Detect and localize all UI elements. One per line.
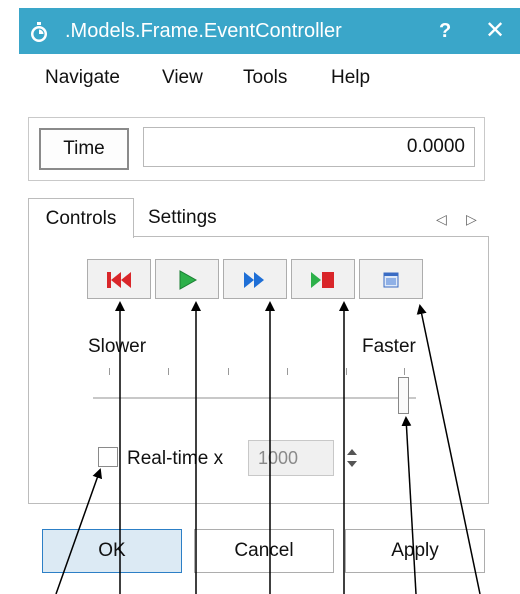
play-to-end-icon: [311, 272, 334, 288]
window-button[interactable]: [359, 259, 423, 299]
tab-scroll-right-icon[interactable]: ▷: [466, 211, 477, 228]
help-button[interactable]: ?: [439, 20, 451, 43]
apply-button[interactable]: Apply: [345, 529, 485, 573]
time-button[interactable]: Time: [39, 128, 129, 170]
tab-controls[interactable]: Controls: [28, 198, 134, 238]
slider-tick: [168, 368, 169, 375]
window-icon: [383, 272, 399, 288]
faster-label: Faster: [362, 336, 416, 357]
play-icon: [179, 270, 198, 290]
menu-help[interactable]: Help: [331, 67, 370, 89]
spin-arrows-icon[interactable]: [345, 441, 359, 475]
title-bar: .Models.Frame.EventController ? ✕: [19, 8, 520, 54]
slower-label: Slower: [88, 336, 147, 357]
slider-tick: [109, 368, 110, 375]
menu-navigate[interactable]: Navigate: [45, 67, 120, 89]
step-forward-button[interactable]: [223, 259, 287, 299]
menu-tools[interactable]: Tools: [243, 67, 287, 89]
slider-tick: [228, 368, 229, 375]
slider-tick: [287, 368, 288, 375]
rewind-icon: [107, 272, 131, 288]
speed-slider-thumb[interactable]: [398, 377, 409, 414]
slider-tick: [346, 368, 347, 375]
cancel-button[interactable]: Cancel: [194, 529, 334, 573]
realtime-checkbox[interactable]: [98, 447, 118, 467]
ok-button[interactable]: OK: [42, 529, 182, 573]
menu-view[interactable]: View: [162, 67, 203, 89]
stopwatch-icon: [28, 21, 50, 43]
play-button[interactable]: [155, 259, 219, 299]
tab-scroll-left-icon[interactable]: ◁: [436, 211, 447, 228]
window-title: .Models.Frame.EventController: [65, 20, 342, 42]
slider-tick: [404, 368, 405, 375]
step-forward-icon: [244, 272, 264, 288]
time-value-field[interactable]: 0.0000: [143, 127, 475, 167]
rewind-button[interactable]: [87, 259, 151, 299]
play-to-end-button[interactable]: [291, 259, 355, 299]
realtime-label: Real-time x: [127, 448, 224, 469]
speed-slider-track[interactable]: [93, 397, 416, 399]
menu-bar: Navigate View Tools Help: [19, 54, 520, 102]
realtime-multiplier-field[interactable]: 1000: [248, 440, 334, 476]
close-button[interactable]: ✕: [485, 16, 505, 45]
tab-settings[interactable]: Settings: [148, 207, 217, 229]
